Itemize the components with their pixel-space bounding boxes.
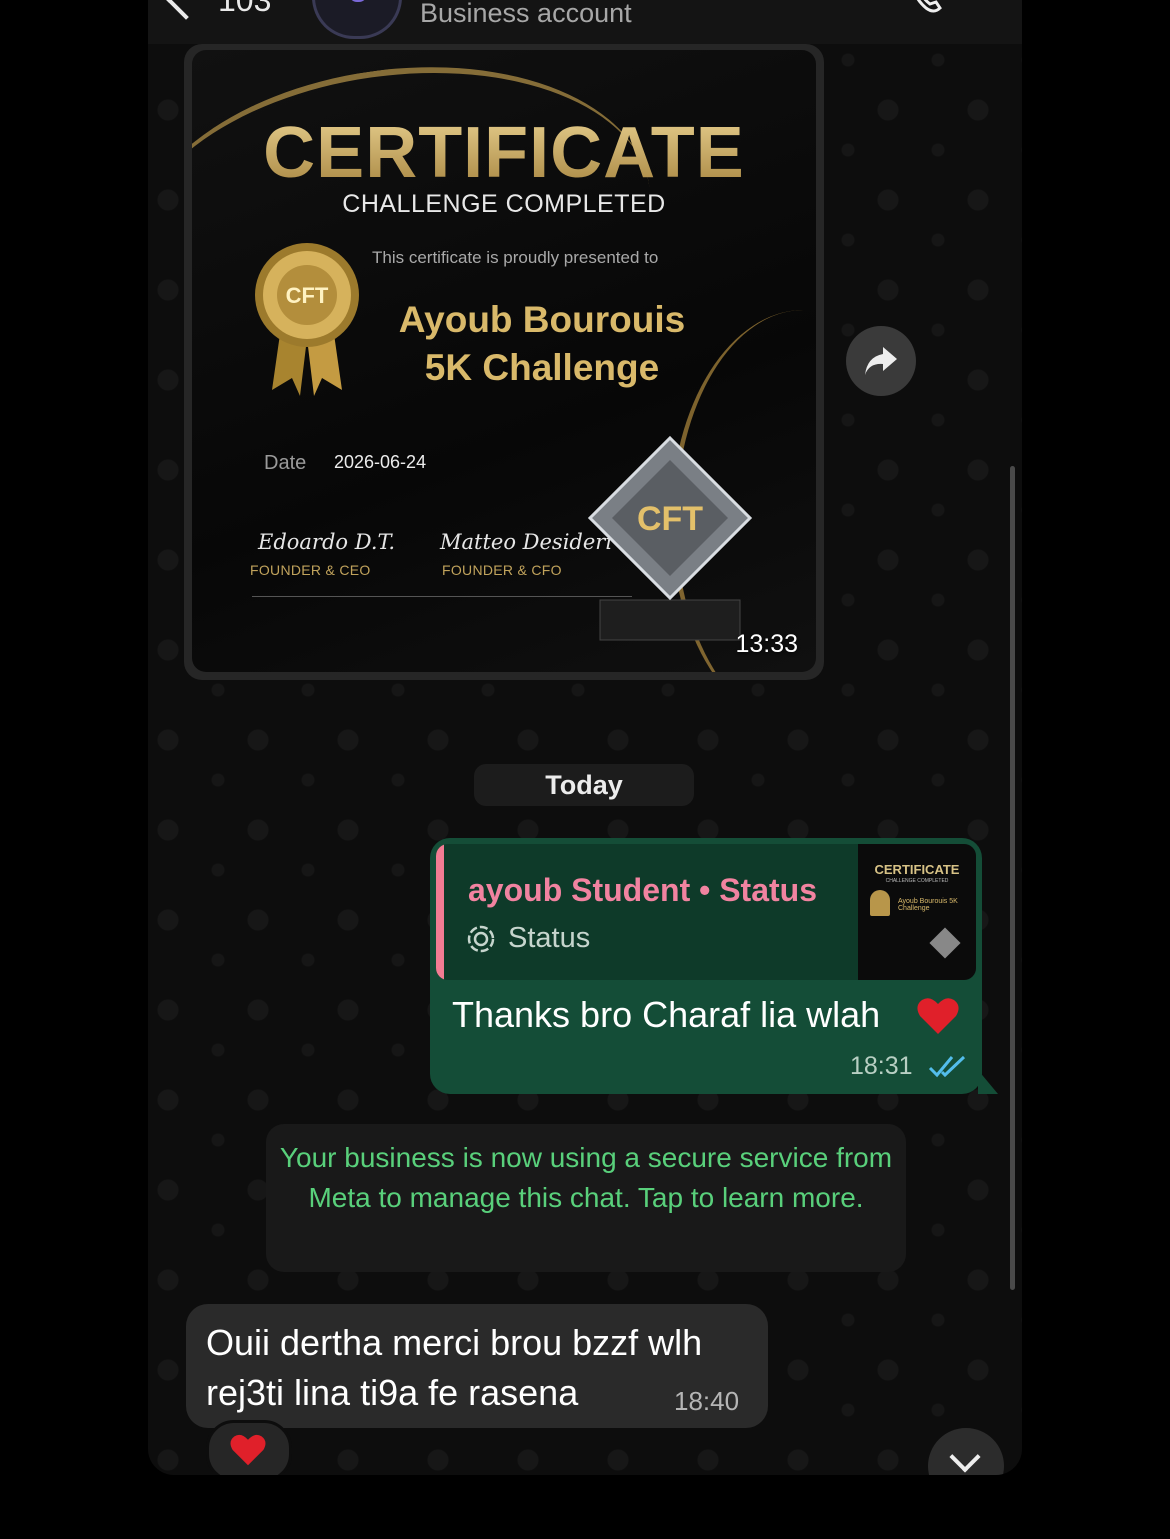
back-arrow-icon[interactable]	[166, 0, 206, 20]
incoming-message[interactable]: Ouii dertha merci brou bzzf wlh rej3ti l…	[186, 1304, 768, 1428]
red-heart-icon	[917, 998, 959, 1034]
thumb-trophy-icon	[929, 927, 961, 959]
role-ceo: FOUNDER & CEO	[250, 562, 371, 578]
challenge-name: 5K Challenge	[424, 347, 660, 388]
message-time: 18:31	[850, 1052, 913, 1080]
divider	[252, 596, 632, 597]
phone-icon[interactable]	[908, 0, 944, 14]
scroll-to-bottom-button[interactable]	[928, 1428, 1004, 1475]
message-time: 13:33	[735, 630, 798, 658]
crystal-trophy-icon: CFT	[587, 435, 753, 641]
bubble-tail	[978, 1070, 998, 1094]
quote-accent-bar	[436, 844, 444, 980]
system-notice-text: Your business is now using a secure serv…	[279, 1142, 893, 1213]
certificate-subtitle: CHALLENGE COMPLETED	[342, 190, 666, 218]
quote-type: Status	[508, 922, 591, 954]
date-label: Date	[264, 452, 307, 474]
header-subtitle[interactable]: Business account	[420, 0, 632, 29]
signature-ceo: Edoardo D.T.	[258, 530, 396, 554]
thumb-medal-icon	[870, 890, 890, 916]
thumb-subtitle: CHALLENGE COMPLETED	[885, 878, 949, 884]
message-text: Thanks bro Charaf lia wlah	[452, 994, 881, 1035]
recipient-name-line: Ayoub Bourouis	[398, 299, 686, 340]
chat-header: 103 Business account	[148, 0, 1022, 44]
svg-text:CFT: CFT	[286, 283, 329, 308]
reaction-badge[interactable]	[206, 1420, 292, 1475]
quote-author: ayoub Student • Status	[468, 872, 817, 908]
red-heart-icon	[230, 1434, 266, 1466]
certificate-title: CERTIFICATE	[192, 112, 816, 194]
certificate-image[interactable]: CERTIFICATE CHALLENGE COMPLETED This cer…	[192, 50, 816, 672]
presented-to-text: This certificate is proudly presented to	[372, 248, 659, 267]
image-message[interactable]: CERTIFICATE CHALLENGE COMPLETED This cer…	[184, 44, 824, 680]
svg-text:CFT: CFT	[637, 500, 703, 538]
date-value: 2026-06-24	[334, 452, 427, 472]
forward-button[interactable]	[846, 326, 916, 396]
chat-screen: 103 Business account CERTIFICATE CHALLEN…	[148, 0, 1022, 1475]
status-icon	[467, 925, 495, 953]
recipient-name: Ayoub Bourouis 5K Challenge	[342, 296, 742, 392]
avatar[interactable]	[312, 0, 402, 39]
business-system-notice[interactable]: Your business is now using a secure serv…	[266, 1124, 906, 1272]
message-text: Ouii dertha merci brou bzzf wlh rej3ti l…	[206, 1322, 703, 1413]
status-reply-quote[interactable]: ayoub Student • Status Status CERTIFICAT…	[436, 844, 976, 980]
status-thumbnail: CERTIFICATE CHALLENGE COMPLETED Ayoub Bo…	[858, 844, 976, 980]
forward-icon	[865, 347, 897, 375]
thumb-title: CERTIFICATE	[874, 862, 960, 877]
outgoing-message[interactable]: ayoub Student • Status Status CERTIFICAT…	[430, 838, 982, 1094]
scrollbar[interactable]	[1010, 466, 1015, 1290]
unread-count[interactable]: 103	[218, 0, 271, 19]
role-cfo: FOUNDER & CFO	[442, 562, 562, 578]
thumb-name: Ayoub Bourouis 5K Challenge	[898, 898, 958, 912]
double-check-icon	[928, 1055, 966, 1078]
message-time: 18:40	[674, 1386, 740, 1416]
date-separator: Today	[474, 764, 694, 806]
